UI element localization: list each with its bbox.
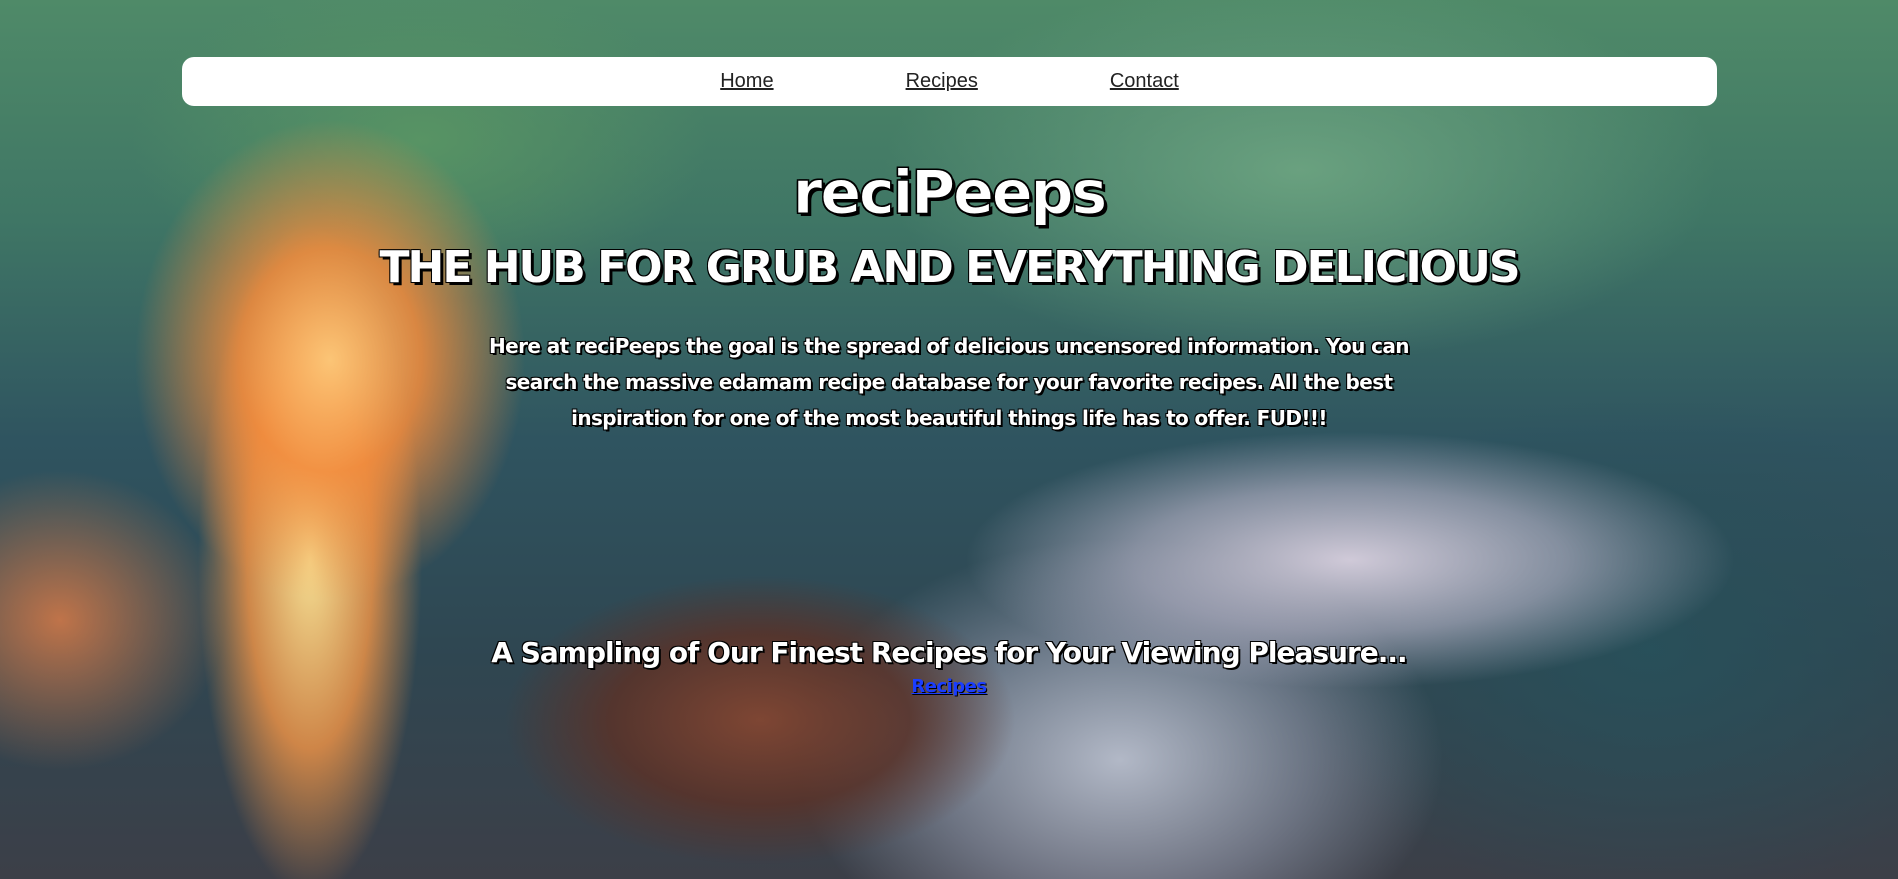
sampling-section: A Sampling of Our Finest Recipes for You…: [0, 632, 1898, 697]
nav-link-home[interactable]: Home: [720, 70, 773, 93]
hero-section: reciPeeps THE HUB FOR GRUB AND EVERYTHIN…: [0, 150, 1898, 436]
tagline: THE HUB FOR GRUB AND EVERYTHING DELICIOU…: [379, 242, 1520, 293]
nav-link-contact[interactable]: Contact: [1110, 70, 1179, 93]
recipes-link[interactable]: Recipes: [911, 676, 987, 697]
sampling-heading: A Sampling of Our Finest Recipes for You…: [491, 636, 1407, 669]
intro-text: Here at reciPeeps the goal is the spread…: [489, 334, 1410, 430]
site-title: reciPeeps: [792, 158, 1107, 229]
nav-bar: Home Recipes Contact: [182, 57, 1717, 106]
nav-link-recipes[interactable]: Recipes: [906, 70, 978, 93]
